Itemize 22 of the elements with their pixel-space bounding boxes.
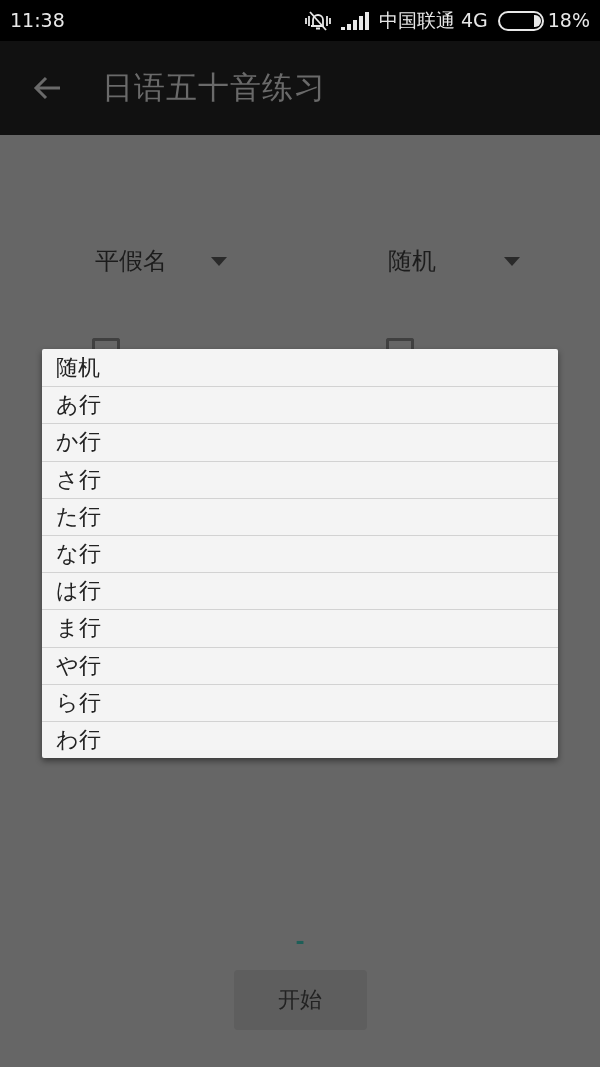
menu-item[interactable]: あ行 xyxy=(42,386,558,424)
clock-time: 11:38 xyxy=(10,11,65,30)
menu-item[interactable]: や行 xyxy=(42,646,558,684)
caret-icon xyxy=(211,256,227,266)
muted-bell-icon xyxy=(304,9,331,32)
menu-item[interactable]: た行 xyxy=(42,497,558,535)
menu-item[interactable]: わ行 xyxy=(42,720,558,759)
menu-item[interactable]: か行 xyxy=(42,423,558,461)
carrier-label: 中国联通 4G xyxy=(378,11,488,30)
menu-item[interactable]: ま行 xyxy=(42,609,558,647)
menu-item[interactable]: ら行 xyxy=(42,683,558,721)
menu-item[interactable]: は行 xyxy=(42,572,558,610)
menu-item[interactable]: 随机 xyxy=(42,349,558,387)
back-arrow-icon[interactable] xyxy=(33,76,60,100)
result-text: - xyxy=(295,931,305,953)
battery-percent: 18% xyxy=(547,11,590,30)
menu-item[interactable]: さ行 xyxy=(42,460,558,498)
menu-item[interactable]: な行 xyxy=(42,534,558,573)
battery-icon xyxy=(497,10,544,31)
caret-icon xyxy=(504,256,520,266)
signal-icon xyxy=(340,11,369,30)
app-title: 日语五十音练习 xyxy=(102,68,326,107)
